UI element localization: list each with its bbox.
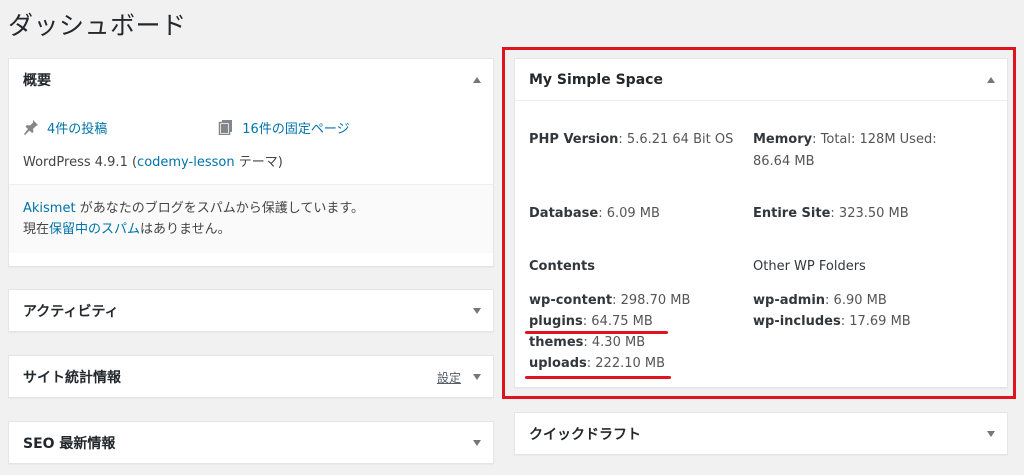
activity-title: アクティビティ [23,304,119,320]
plugins-size: plugins: 64.75 MB [529,314,653,329]
quick-draft-box: クイックドラフト [514,412,1008,455]
simple-space-content: PHP Version: 5.6.21 64 Bit OS Memory: To… [515,129,1007,374]
collapse-arrow-icon[interactable] [473,77,481,83]
overview-title: 概要 [23,73,51,89]
wp-includes-size: wp-includes: 17.69 MB [753,314,911,329]
wp-admin-size: wp-admin: 6.90 MB [753,293,887,308]
expand-arrow-icon[interactable] [473,440,481,446]
uploads-size: uploads: 222.10 MB [529,356,666,371]
seo-news-box: SEO 最新情報 [8,421,494,464]
php-version: PHP Version: 5.6.21 64 Bit OS [529,132,734,147]
wordpress-version: WordPress 4.9.1 (codemy-lesson テーマ) [23,155,283,170]
pending-spam-link[interactable]: 保留中のスパム [49,222,140,237]
contents-heading: Contents [529,259,595,274]
highlight-underline-plugins [525,331,668,334]
database-size: Database: 6.09 MB [529,206,660,221]
overview-box: 概要 4件の投稿 16件の固定ページ WordPress 4.9.1 (code… [8,58,494,267]
posts-count-link[interactable]: 4件の投稿 [47,118,107,137]
entire-site-size: Entire Site: 323.50 MB [753,206,909,221]
collapse-arrow-icon[interactable] [987,76,995,83]
expand-arrow-icon[interactable] [473,308,481,314]
simple-space-title: My Simple Space [529,71,663,88]
memory: Memory: Total: 128M Used: 86.64 MB [753,132,937,169]
wp-content-size: wp-content: 298.70 MB [529,293,691,308]
site-stats-box: サイト統計情報 設定 [8,355,494,398]
quick-draft-title: クイックドラフト [529,427,641,443]
activity-box: アクティビティ [8,289,494,332]
akismet-notice: Akismet があなたのブログをスパムから保護しています。 現在保留中のスパム… [9,184,493,253]
site-stats-header[interactable]: サイト統計情報 設定 [9,356,493,398]
akismet-link[interactable]: Akismet [23,201,76,216]
pages-count-link[interactable]: 16件の固定ページ [242,118,349,137]
activity-header[interactable]: アクティビティ [9,290,493,332]
settings-link[interactable]: 設定 [437,369,461,386]
seo-news-header[interactable]: SEO 最新情報 [9,422,493,464]
highlight-underline-uploads [525,376,671,379]
page-title: ダッシュボード [8,11,187,40]
expand-arrow-icon[interactable] [987,431,995,437]
pushpin-icon [24,120,38,135]
simple-space-box: My Simple Space PHP Version: 5.6.21 64 B… [514,58,1008,388]
theme-link[interactable]: codemy-lesson [137,155,235,170]
seo-news-title: SEO 最新情報 [23,436,116,452]
other-folders-heading: Other WP Folders [753,259,866,274]
quick-draft-header[interactable]: クイックドラフト [515,413,1007,455]
expand-arrow-icon[interactable] [473,374,481,380]
simple-space-header[interactable]: My Simple Space [515,59,1007,101]
overview-header[interactable]: 概要 [9,59,493,101]
site-stats-title: サイト統計情報 [23,370,121,386]
themes-size: themes: 4.30 MB [529,335,646,350]
pages-icon [219,120,233,135]
